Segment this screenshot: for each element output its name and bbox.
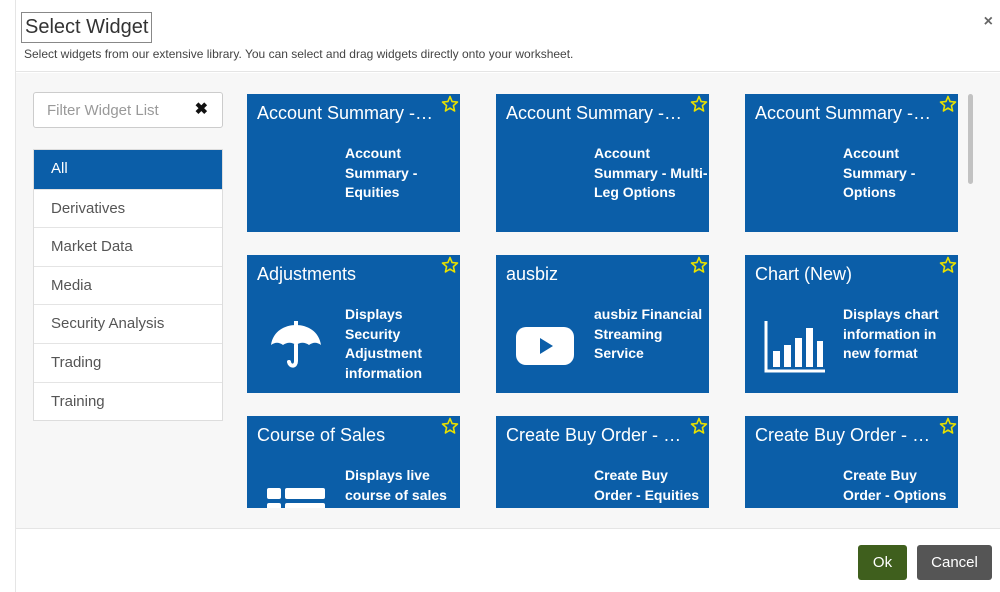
- widget-description: Create Buy Order - Equities: [594, 467, 700, 503]
- favorite-star-icon[interactable]: [441, 417, 459, 435]
- widget-description: Displays Security Adjustment information: [345, 306, 422, 381]
- dialog-title: Select Widget: [21, 12, 153, 43]
- widget-description: Account Summary - Multi-Leg Options: [594, 145, 708, 200]
- widget-card[interactable]: ausbiz ausbiz Financial Streaming Service: [496, 255, 709, 393]
- category-market-data[interactable]: Market Data: [34, 227, 222, 266]
- dialog-header: Select Widget Select widgets from our ex…: [16, 0, 1000, 72]
- list-icon: [265, 476, 327, 508]
- widget-title: Account Summary - Options: [755, 103, 935, 123]
- ok-button[interactable]: Ok: [858, 545, 907, 580]
- favorite-star-icon[interactable]: [690, 95, 708, 113]
- bar-chart-icon: [763, 315, 825, 377]
- widget-description: ausbiz Financial Streaming Service: [594, 306, 703, 361]
- widget-card[interactable]: Adjustments Displays Security Adjustment …: [247, 255, 460, 393]
- favorite-star-icon[interactable]: [441, 256, 459, 274]
- widget-card[interactable]: Course of Sales Displays live course of s…: [247, 416, 460, 508]
- category-training[interactable]: Training: [34, 381, 222, 421]
- favorite-star-icon[interactable]: [939, 95, 957, 113]
- widget-title: Adjustments: [257, 264, 357, 284]
- widget-title: Course of Sales: [257, 425, 386, 445]
- close-icon[interactable]: ×: [984, 14, 993, 30]
- widget-card[interactable]: Create Buy Order - Equities Create Buy Or…: [496, 416, 709, 508]
- cancel-button[interactable]: Cancel: [917, 545, 992, 580]
- widget-card[interactable]: Account Summary - Options Account Summary…: [745, 94, 958, 232]
- widget-description: Create Buy Order - Options: [843, 467, 947, 503]
- widget-description: Displays chart information in new format: [843, 306, 939, 361]
- category-list: All Derivatives Market Data Media Security A…: [33, 149, 223, 422]
- widget-title: Account Summary - Multi-Leg Options: [506, 103, 686, 123]
- category-security-analysis[interactable]: Security Analysis: [34, 304, 222, 343]
- filter-box: ✖: [33, 92, 223, 128]
- select-widget-dialog: Select Widget Select widgets from our ex…: [15, 0, 1000, 592]
- category-trading[interactable]: Trading: [34, 342, 222, 382]
- filter-widget-input[interactable]: [34, 93, 194, 127]
- dialog-footer: Ok Cancel: [16, 528, 1000, 592]
- favorite-star-icon[interactable]: [939, 256, 957, 274]
- umbrella-icon: [265, 315, 327, 377]
- category-all[interactable]: All: [34, 150, 222, 189]
- widget-title: Account Summary - Equities: [257, 103, 437, 123]
- clear-filter-icon[interactable]: ✖: [195, 102, 208, 118]
- favorite-star-icon[interactable]: [690, 417, 708, 435]
- widget-title: Create Buy Order - Equities: [506, 425, 686, 445]
- favorite-star-icon[interactable]: [939, 417, 957, 435]
- category-media[interactable]: Media: [34, 265, 222, 305]
- widget-description: Displays live course of sales: [345, 467, 447, 503]
- dialog-body: ✖ AllDerivativesMarket DataMediaSecurity…: [16, 73, 1000, 528]
- favorite-star-icon[interactable]: [690, 256, 708, 274]
- category-derivatives[interactable]: Derivatives: [34, 188, 222, 228]
- widget-description: Account Summary - Equities: [345, 145, 418, 200]
- widget-description: Account Summary - Options: [843, 145, 916, 200]
- favorite-star-icon[interactable]: [441, 95, 459, 113]
- widget-grid: Account Summary - Equities Account Summar…: [247, 94, 967, 508]
- dialog-subtitle: Select widgets from our extensive librar…: [24, 47, 574, 61]
- scrollbar-thumb[interactable]: [968, 94, 973, 184]
- widget-card[interactable]: Chart (New) Displays chart information in…: [745, 255, 958, 393]
- widget-card[interactable]: Account Summary - Equities Account Summar…: [247, 94, 460, 232]
- widget-card[interactable]: Create Buy Order - Options Create Buy Ord…: [745, 416, 958, 508]
- youtube-play-icon: [514, 315, 576, 377]
- widget-grid-scrollbar[interactable]: [967, 94, 975, 508]
- widget-title: ausbiz: [506, 264, 559, 284]
- widget-title: Create Buy Order - Options: [755, 425, 935, 445]
- widget-title: Chart (New): [755, 264, 853, 284]
- widget-card[interactable]: Account Summary - Multi-Leg Options Accou…: [496, 94, 709, 232]
